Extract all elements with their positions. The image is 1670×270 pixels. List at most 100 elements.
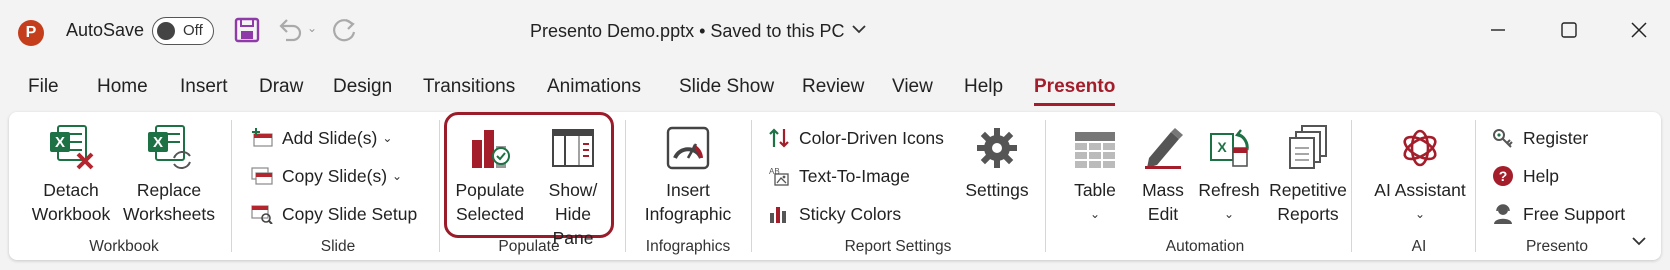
undo-dropdown-icon[interactable]: ⌄ bbox=[307, 21, 317, 35]
show-hide-pane-button[interactable]: Show/ Hide Pane bbox=[533, 120, 613, 250]
detach-workbook-icon: X bbox=[27, 120, 115, 170]
autosave-label: AutoSave bbox=[66, 20, 145, 40]
tab-home[interactable]: Home bbox=[97, 76, 148, 98]
tab-review[interactable]: Review bbox=[802, 76, 864, 98]
tab-draw[interactable]: Draw bbox=[259, 76, 303, 98]
tab-animations[interactable]: Animations bbox=[547, 76, 641, 98]
group-label-ai: AI bbox=[1411, 238, 1427, 255]
table-button[interactable]: Table ⌄ bbox=[1059, 120, 1131, 226]
collapse-ribbon-chevron-icon[interactable] bbox=[1631, 233, 1647, 254]
chevron-down-icon: ⌄ bbox=[1414, 207, 1426, 221]
redo-icon[interactable] bbox=[330, 16, 358, 49]
sticky-colors-label: Sticky Colors bbox=[799, 203, 902, 224]
settings-button[interactable]: Settings bbox=[959, 120, 1035, 202]
tab-transitions[interactable]: Transitions bbox=[423, 76, 515, 98]
refresh-button[interactable]: X Refresh ⌄ bbox=[1195, 120, 1263, 226]
tab-view[interactable]: View bbox=[892, 76, 933, 98]
text-to-image-button[interactable]: AB Text-To-Image bbox=[767, 164, 910, 188]
text-to-image-label: Text-To-Image bbox=[799, 165, 910, 186]
show-hide-label-1: Show/ bbox=[548, 180, 598, 200]
help-icon: ? bbox=[1491, 164, 1515, 188]
populate-selected-icon bbox=[452, 120, 528, 170]
detach-workbook-button[interactable]: X Detach Workbook bbox=[27, 120, 115, 226]
document-title-chevron-icon[interactable] bbox=[851, 21, 867, 42]
group-separator bbox=[751, 120, 752, 252]
group-label-automation: Automation bbox=[1165, 238, 1245, 255]
replace-worksheets-icon: X bbox=[121, 120, 217, 170]
ai-assistant-icon bbox=[1365, 120, 1475, 170]
group-label-workbook: Workbook bbox=[89, 238, 159, 255]
repetitive-label-1: Repetitive bbox=[1269, 180, 1347, 200]
text-to-image-icon: AB bbox=[767, 164, 791, 188]
undo-icon[interactable] bbox=[276, 16, 304, 49]
tab-file[interactable]: File bbox=[28, 76, 59, 98]
copy-slide-setup-button[interactable]: Copy Slide Setup bbox=[250, 202, 417, 226]
svg-text:X: X bbox=[1217, 139, 1227, 155]
pencil-icon bbox=[1133, 120, 1193, 170]
copy-slide-icon bbox=[250, 164, 274, 188]
replace-label-1: Replace bbox=[136, 180, 202, 200]
table-label: Table bbox=[1074, 180, 1116, 200]
copy-slide-setup-icon bbox=[250, 202, 274, 226]
insert-infographic-icon bbox=[637, 120, 739, 170]
color-driven-icons-button[interactable]: Color-Driven Icons bbox=[767, 126, 944, 150]
minimize-icon[interactable] bbox=[1490, 22, 1506, 43]
chevron-down-icon: ⌄ bbox=[1223, 207, 1235, 221]
refresh-label: Refresh bbox=[1198, 180, 1260, 200]
svg-text:?: ? bbox=[1499, 168, 1508, 184]
tab-slide-show[interactable]: Slide Show bbox=[679, 76, 774, 98]
group-label-report-settings: Report Settings bbox=[844, 238, 952, 255]
svg-text:X: X bbox=[55, 134, 65, 151]
populate-label-2: Selected bbox=[455, 204, 525, 224]
mass-edit-button[interactable]: Mass Edit bbox=[1133, 120, 1193, 226]
settings-label: Settings bbox=[965, 180, 1029, 200]
add-slide-icon bbox=[250, 126, 274, 150]
chevron-down-icon: ⌄ bbox=[382, 131, 393, 145]
copy-slides-label: Copy Slide(s) bbox=[282, 165, 388, 186]
gear-icon bbox=[959, 120, 1035, 170]
tab-design[interactable]: Design bbox=[333, 76, 392, 98]
tab-help[interactable]: Help bbox=[964, 76, 1003, 98]
populate-selected-button[interactable]: Populate Selected bbox=[452, 120, 528, 226]
detach-label-1: Detach bbox=[43, 180, 99, 200]
save-icon[interactable] bbox=[234, 16, 260, 49]
support-person-icon bbox=[1491, 202, 1515, 226]
repetitive-reports-button[interactable]: Repetitive Reports bbox=[1263, 120, 1353, 226]
help-button[interactable]: ? Help bbox=[1491, 164, 1559, 188]
insert-infographic-label-2: Infographic bbox=[644, 204, 732, 224]
chevron-down-icon: ⌄ bbox=[1089, 207, 1101, 221]
group-separator bbox=[1045, 120, 1046, 252]
tab-presento[interactable]: Presento bbox=[1034, 76, 1116, 106]
maximize-icon[interactable] bbox=[1560, 21, 1578, 44]
color-driven-icons-label: Color-Driven Icons bbox=[799, 127, 944, 148]
powerpoint-app-icon[interactable]: P bbox=[18, 20, 44, 46]
replace-worksheets-button[interactable]: X Replace Worksheets bbox=[121, 120, 217, 226]
replace-label-2: Worksheets bbox=[122, 204, 216, 224]
document-title[interactable]: Presento Demo.pptx • Saved to this PC bbox=[530, 21, 844, 42]
key-icon bbox=[1491, 126, 1515, 150]
sticky-colors-button[interactable]: Sticky Colors bbox=[767, 202, 901, 226]
group-label-infographics: Infographics bbox=[645, 238, 731, 255]
group-separator bbox=[231, 120, 232, 252]
group-label-slide: Slide bbox=[320, 238, 356, 255]
free-support-button[interactable]: Free Support bbox=[1491, 202, 1625, 226]
insert-infographic-button[interactable]: Insert Infographic bbox=[637, 120, 739, 226]
ribbon-panel: X Detach Workbook X Replace Worksheets W… bbox=[9, 112, 1661, 260]
ai-assistant-button[interactable]: AI Assistant ⌄ bbox=[1365, 120, 1475, 226]
tab-insert[interactable]: Insert bbox=[180, 76, 228, 98]
copy-slides-button[interactable]: Copy Slide(s) ⌄ bbox=[250, 164, 402, 188]
show-hide-pane-icon bbox=[533, 120, 613, 170]
autosave-state: Off bbox=[183, 22, 203, 39]
close-icon[interactable] bbox=[1630, 21, 1648, 44]
table-icon bbox=[1059, 120, 1131, 170]
insert-infographic-label-1: Insert bbox=[666, 180, 710, 200]
chevron-down-icon: ⌄ bbox=[392, 169, 403, 183]
autosave-toggle[interactable]: Off bbox=[152, 17, 214, 45]
free-support-label: Free Support bbox=[1523, 203, 1626, 224]
repetitive-reports-icon bbox=[1263, 120, 1353, 170]
group-label-populate: Populate bbox=[498, 238, 560, 255]
register-button[interactable]: Register bbox=[1491, 126, 1588, 150]
register-label: Register bbox=[1523, 127, 1589, 148]
toggle-knob bbox=[157, 22, 175, 40]
add-slides-button[interactable]: Add Slide(s) ⌄ bbox=[250, 126, 392, 150]
